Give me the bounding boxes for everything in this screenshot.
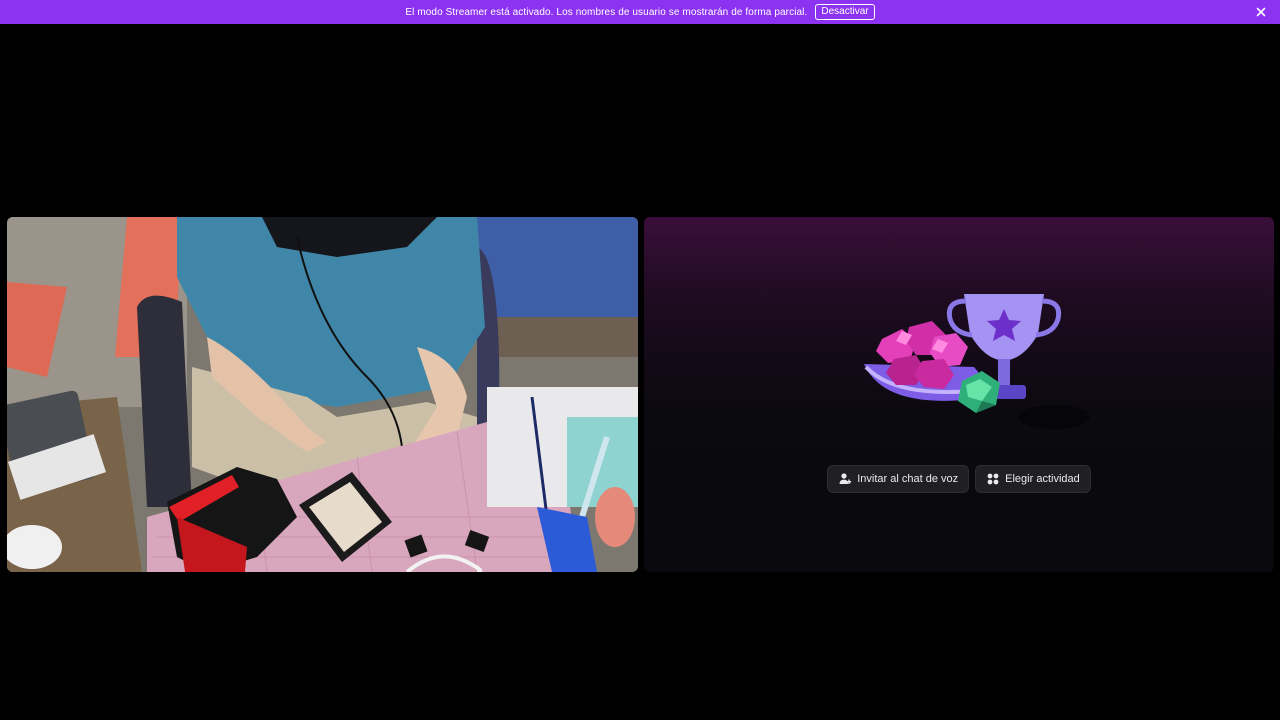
invite-to-voice-button[interactable]: Invitar al chat de voz (827, 465, 970, 493)
disable-streamer-mode-button[interactable]: Desactivar (815, 4, 875, 20)
close-icon[interactable] (1254, 5, 1268, 19)
call-stage: Invitar al chat de voz Elegir actividad (0, 24, 1280, 720)
streamer-mode-message: El modo Streamer está activado. Los nomb… (405, 6, 808, 18)
activity-actions: Invitar al chat de voz Elegir actividad (644, 465, 1274, 493)
camera-feed (7, 217, 638, 572)
invite-to-voice-label: Invitar al chat de voz (857, 473, 959, 485)
video-tile[interactable] (7, 217, 638, 572)
activity-tile: Invitar al chat de voz Elegir actividad (644, 217, 1274, 572)
choose-activity-button[interactable]: Elegir actividad (975, 465, 1091, 493)
add-person-icon (838, 472, 852, 486)
choose-activity-label: Elegir actividad (1005, 473, 1080, 485)
streamer-mode-banner: El modo Streamer está activado. Los nomb… (0, 0, 1280, 24)
activity-grid-icon (986, 472, 1000, 486)
activity-illustration (864, 294, 1090, 429)
